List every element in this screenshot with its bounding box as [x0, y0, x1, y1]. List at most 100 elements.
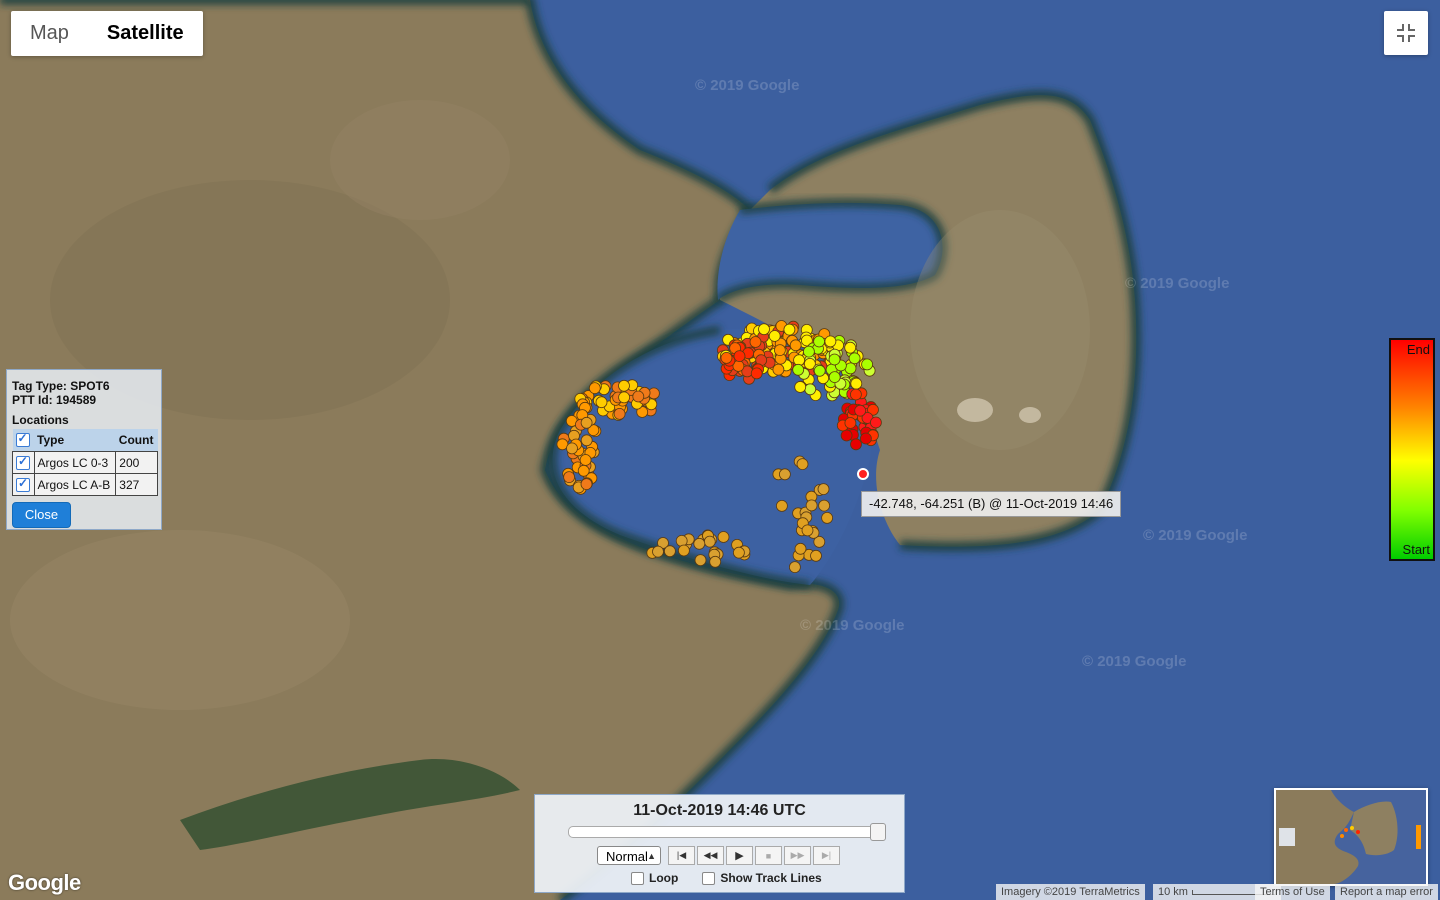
track-lines-checkbox[interactable] [702, 871, 716, 885]
report-map-error-link[interactable]: Report a map error [1335, 884, 1438, 900]
rewind-icon: ◀◀ [703, 850, 718, 860]
close-button[interactable]: Close [12, 502, 71, 528]
track-point[interactable] [840, 429, 853, 442]
track-point[interactable] [566, 442, 578, 455]
track-point[interactable] [817, 483, 830, 496]
track-point[interactable] [818, 499, 830, 512]
skip-end-icon: ▶| [821, 850, 832, 860]
track-point[interactable] [810, 549, 822, 562]
track-point[interactable] [828, 353, 841, 366]
fast-forward-button[interactable]: ▶▶ [784, 846, 811, 865]
track-point[interactable] [805, 499, 818, 512]
track-point[interactable] [848, 352, 861, 365]
track-point[interactable] [792, 363, 805, 376]
track-point[interactable] [652, 545, 664, 558]
stop-icon: ■ [765, 850, 772, 861]
skip-to-end-button[interactable]: ▶| [813, 846, 840, 865]
track-point[interactable] [801, 524, 814, 537]
playback-slider[interactable] [568, 823, 886, 841]
map-watermark: © 2019 Google [1125, 275, 1229, 292]
track-point[interactable] [813, 364, 826, 377]
legend-end-label: End [1406, 342, 1430, 357]
track-point[interactable] [779, 468, 791, 481]
location-count: 327 [115, 473, 158, 496]
track-point[interactable] [796, 458, 809, 471]
fullscreen-exit-button[interactable] [1384, 11, 1428, 55]
track-point[interactable] [804, 383, 817, 396]
stop-button[interactable]: ■ [755, 846, 782, 865]
loop-label: Loop [649, 871, 679, 885]
track-point[interactable] [577, 464, 590, 477]
track-point[interactable] [850, 438, 862, 451]
map-watermark: © 2019 Google [1082, 653, 1186, 670]
track-point[interactable] [703, 535, 716, 548]
track-point[interactable] [774, 344, 786, 357]
location-type: Argos LC 0-3 [33, 451, 117, 474]
track-point[interactable] [813, 335, 825, 348]
track-point[interactable] [717, 531, 730, 543]
track-point[interactable] [595, 396, 608, 409]
play-button[interactable]: ▶ [726, 846, 753, 865]
track-point[interactable] [803, 345, 815, 358]
track-point[interactable] [580, 478, 593, 491]
playback-slider-handle[interactable] [870, 823, 886, 841]
track-point[interactable] [794, 542, 807, 555]
track-point[interactable] [720, 351, 733, 364]
tag-type-label: Tag Type: SPOT6 [12, 379, 110, 393]
track-point[interactable] [861, 358, 873, 371]
track-point[interactable] [789, 339, 802, 352]
track-point[interactable] [854, 404, 867, 417]
overview-map[interactable] [1274, 788, 1428, 886]
track-point[interactable] [618, 379, 630, 392]
track-point[interactable] [850, 388, 862, 401]
track-point[interactable] [850, 377, 863, 390]
track-point[interactable] [750, 367, 763, 380]
track-point[interactable] [664, 545, 676, 558]
count-column-header: Count [115, 429, 158, 452]
track-point[interactable] [776, 499, 788, 512]
speed-select[interactable]: Normal ▲ [597, 846, 661, 865]
satellite-map[interactable]: © 2019 Google © 2019 Google © 2019 Googl… [0, 0, 1440, 900]
skip-to-start-button[interactable]: |◀ [668, 846, 695, 865]
track-point[interactable] [860, 432, 872, 445]
track-point[interactable] [844, 341, 857, 354]
current-location-marker[interactable] [857, 468, 869, 480]
track-point[interactable] [824, 335, 837, 348]
track-point[interactable] [588, 382, 601, 395]
loop-checkbox[interactable] [631, 871, 644, 885]
track-point[interactable] [694, 554, 707, 566]
locations-table-header: Type Count [12, 429, 158, 452]
track-point[interactable] [709, 555, 722, 568]
track-point[interactable] [693, 537, 706, 550]
map-watermark: © 2019 Google [695, 77, 799, 94]
track-point[interactable] [870, 416, 882, 429]
track-point[interactable] [580, 416, 593, 429]
map-type-satellite-button[interactable]: Satellite [88, 11, 203, 56]
terms-link[interactable]: Terms of Use [1255, 884, 1330, 900]
track-point[interactable] [678, 544, 690, 557]
track-point[interactable] [733, 350, 746, 363]
row-checkbox[interactable] [16, 454, 30, 470]
track-point[interactable] [733, 546, 745, 559]
playback-time: 11-Oct-2019 14:46 UTC [633, 802, 806, 819]
track-point[interactable] [580, 434, 593, 447]
track-point[interactable] [675, 535, 688, 547]
track-point[interactable] [821, 512, 833, 524]
map-type-map-button[interactable]: Map [11, 11, 88, 56]
track-point[interactable] [768, 330, 781, 342]
track-point[interactable] [618, 391, 630, 404]
track-point[interactable] [749, 336, 762, 348]
track-point[interactable] [794, 381, 807, 393]
track-point[interactable] [783, 323, 796, 336]
track-point[interactable] [613, 407, 626, 420]
row-checkbox[interactable] [16, 476, 30, 492]
track-point[interactable] [844, 417, 857, 429]
track-point[interactable] [579, 454, 592, 466]
track-point[interactable] [632, 390, 645, 403]
rewind-button[interactable]: ◀◀ [697, 846, 724, 865]
track-point[interactable] [828, 371, 841, 384]
track-point[interactable] [758, 323, 770, 336]
track-point[interactable] [563, 471, 575, 484]
select-all-checkbox[interactable] [15, 431, 30, 448]
track-point[interactable] [789, 561, 801, 573]
